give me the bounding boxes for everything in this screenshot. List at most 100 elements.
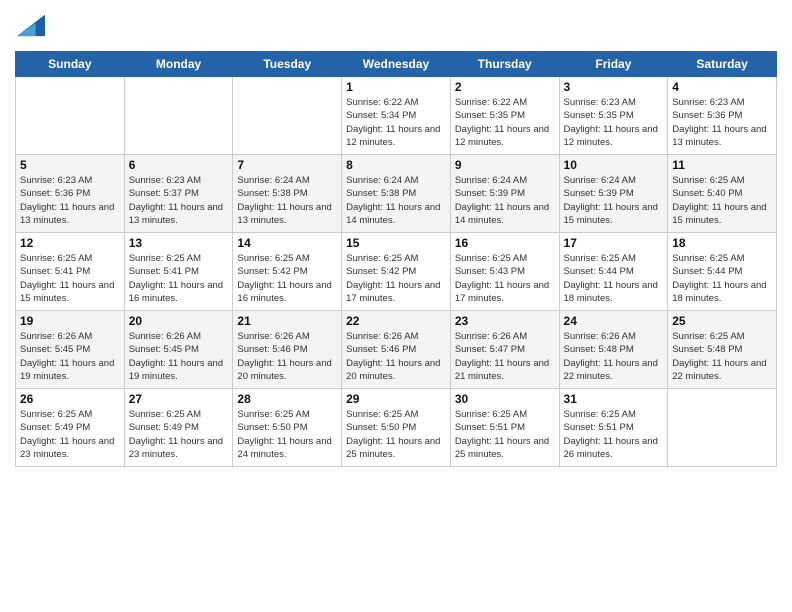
day-info: Sunrise: 6:25 AMSunset: 5:49 PMDaylight:… [129,408,229,461]
day-number: 2 [455,80,555,94]
logo [15,10,45,43]
day-number: 17 [564,236,664,250]
calendar-cell: 19Sunrise: 6:26 AMSunset: 5:45 PMDayligh… [16,311,125,389]
day-info: Sunrise: 6:24 AMSunset: 5:39 PMDaylight:… [455,174,555,227]
calendar-cell: 7Sunrise: 6:24 AMSunset: 5:38 PMDaylight… [233,155,342,233]
day-number: 12 [20,236,120,250]
calendar-cell: 12 Sunrise: 6:25 AMSunset: 5:41 PMDayligh… [16,233,125,311]
day-info: Sunrise: 6:26 AMSunset: 5:45 PMDaylight:… [129,330,229,383]
calendar-cell: 1 Sunrise: 6:22 AMSunset: 5:34 PMDaylight… [342,77,451,155]
header [15,10,777,43]
calendar-cell: 5 Sunrise: 6:23 AMSunset: 5:36 PMDaylight… [16,155,125,233]
day-number: 22 [346,314,446,328]
day-number: 5 [20,158,120,172]
day-number: 3 [564,80,664,94]
day-number: 1 [346,80,446,94]
calendar-cell: 22Sunrise: 6:26 AMSunset: 5:46 PMDayligh… [342,311,451,389]
day-info: Sunrise: 6:25 AMSunset: 5:42 PMDaylight:… [237,252,337,305]
calendar-cell [124,77,233,155]
calendar-day-header: Monday [124,52,233,77]
day-info: Sunrise: 6:25 AMSunset: 5:50 PMDaylight:… [346,408,446,461]
day-number: 31 [564,392,664,406]
day-info: Sunrise: 6:22 AMSunset: 5:35 PMDaylight:… [455,96,555,149]
day-info: Sunrise: 6:25 AMSunset: 5:51 PMDaylight:… [564,408,664,461]
day-info: Sunrise: 6:23 AMSunset: 5:36 PMDaylight:… [20,174,120,227]
calendar-week-row: 12 Sunrise: 6:25 AMSunset: 5:41 PMDayligh… [16,233,777,311]
calendar-week-row: 5 Sunrise: 6:23 AMSunset: 5:36 PMDaylight… [16,155,777,233]
calendar-table: SundayMondayTuesdayWednesdayThursdayFrid… [15,51,777,467]
day-number: 27 [129,392,229,406]
calendar-cell [668,389,777,467]
calendar-cell: 2 Sunrise: 6:22 AMSunset: 5:35 PMDaylight… [450,77,559,155]
day-info: Sunrise: 6:22 AMSunset: 5:34 PMDaylight:… [346,96,446,149]
calendar-cell: 17 Sunrise: 6:25 AMSunset: 5:44 PMDayligh… [559,233,668,311]
calendar-cell: 8 Sunrise: 6:24 AMSunset: 5:38 PMDaylight… [342,155,451,233]
calendar-day-header: Sunday [16,52,125,77]
day-number: 7 [237,158,337,172]
day-number: 13 [129,236,229,250]
calendar-cell: 24 Sunrise: 6:26 AMSunset: 5:48 PMDayligh… [559,311,668,389]
day-info: Sunrise: 6:25 AMSunset: 5:43 PMDaylight:… [455,252,555,305]
day-info: Sunrise: 6:25 AMSunset: 5:44 PMDaylight:… [564,252,664,305]
day-number: 29 [346,392,446,406]
day-number: 21 [237,314,337,328]
calendar-day-header: Thursday [450,52,559,77]
calendar-cell: 26 Sunrise: 6:25 AMSunset: 5:49 PMDayligh… [16,389,125,467]
calendar-cell: 18 Sunrise: 6:25 AMSunset: 5:44 PMDayligh… [668,233,777,311]
calendar-cell: 27 Sunrise: 6:25 AMSunset: 5:49 PMDayligh… [124,389,233,467]
day-info: Sunrise: 6:25 AMSunset: 5:51 PMDaylight:… [455,408,555,461]
calendar-cell: 16 Sunrise: 6:25 AMSunset: 5:43 PMDayligh… [450,233,559,311]
day-info: Sunrise: 6:24 AMSunset: 5:39 PMDaylight:… [564,174,664,227]
day-number: 4 [672,80,772,94]
day-info: Sunrise: 6:25 AMSunset: 5:44 PMDaylight:… [672,252,772,305]
day-number: 8 [346,158,446,172]
day-number: 14 [237,236,337,250]
day-info: Sunrise: 6:23 AMSunset: 5:35 PMDaylight:… [564,96,664,149]
calendar-day-header: Friday [559,52,668,77]
calendar-week-row: 1 Sunrise: 6:22 AMSunset: 5:34 PMDaylight… [16,77,777,155]
calendar-header-row: SundayMondayTuesdayWednesdayThursdayFrid… [16,52,777,77]
calendar-cell: 11 Sunrise: 6:25 AMSunset: 5:40 PMDayligh… [668,155,777,233]
day-info: Sunrise: 6:25 AMSunset: 5:50 PMDaylight:… [237,408,337,461]
day-info: Sunrise: 6:25 AMSunset: 5:48 PMDaylight:… [672,330,772,383]
calendar-cell: 14 Sunrise: 6:25 AMSunset: 5:42 PMDayligh… [233,233,342,311]
calendar-cell: 3 Sunrise: 6:23 AMSunset: 5:35 PMDaylight… [559,77,668,155]
day-info: Sunrise: 6:25 AMSunset: 5:41 PMDaylight:… [20,252,120,305]
day-info: Sunrise: 6:26 AMSunset: 5:48 PMDaylight:… [564,330,664,383]
day-info: Sunrise: 6:23 AMSunset: 5:37 PMDaylight:… [129,174,229,227]
calendar-cell: 28Sunrise: 6:25 AMSunset: 5:50 PMDayligh… [233,389,342,467]
calendar-cell: 23 Sunrise: 6:26 AMSunset: 5:47 PMDayligh… [450,311,559,389]
calendar-cell: 13Sunrise: 6:25 AMSunset: 5:41 PMDayligh… [124,233,233,311]
day-number: 24 [564,314,664,328]
calendar-cell: 9 Sunrise: 6:24 AMSunset: 5:39 PMDaylight… [450,155,559,233]
page: SundayMondayTuesdayWednesdayThursdayFrid… [0,0,792,612]
day-info: Sunrise: 6:25 AMSunset: 5:40 PMDaylight:… [672,174,772,227]
calendar-cell: 21 Sunrise: 6:26 AMSunset: 5:46 PMDayligh… [233,311,342,389]
calendar-cell: 20 Sunrise: 6:26 AMSunset: 5:45 PMDayligh… [124,311,233,389]
day-number: 20 [129,314,229,328]
calendar-cell: 31 Sunrise: 6:25 AMSunset: 5:51 PMDayligh… [559,389,668,467]
calendar-cell: 30Sunrise: 6:25 AMSunset: 5:51 PMDayligh… [450,389,559,467]
day-number: 19 [20,314,120,328]
day-number: 16 [455,236,555,250]
day-info: Sunrise: 6:25 AMSunset: 5:49 PMDaylight:… [20,408,120,461]
calendar-cell: 15Sunrise: 6:25 AMSunset: 5:42 PMDayligh… [342,233,451,311]
calendar-day-header: Tuesday [233,52,342,77]
day-number: 9 [455,158,555,172]
day-info: Sunrise: 6:23 AMSunset: 5:36 PMDaylight:… [672,96,772,149]
day-info: Sunrise: 6:25 AMSunset: 5:42 PMDaylight:… [346,252,446,305]
day-number: 11 [672,158,772,172]
calendar-week-row: 19 Sunrise: 6:26 AMSunset: 5:45 PMDayligh… [16,311,777,389]
logo-triangle-icon [17,10,45,38]
day-number: 23 [455,314,555,328]
day-number: 25 [672,314,772,328]
day-info: Sunrise: 6:26 AMSunset: 5:47 PMDaylight:… [455,330,555,383]
day-number: 26 [20,392,120,406]
calendar-cell: 6Sunrise: 6:23 AMSunset: 5:37 PMDaylight… [124,155,233,233]
day-info: Sunrise: 6:26 AMSunset: 5:46 PMDaylight:… [237,330,337,383]
day-number: 18 [672,236,772,250]
day-info: Sunrise: 6:24 AMSunset: 5:38 PMDaylight:… [346,174,446,227]
calendar-cell [233,77,342,155]
calendar-cell: 4 Sunrise: 6:23 AMSunset: 5:36 PMDaylight… [668,77,777,155]
calendar-day-header: Saturday [668,52,777,77]
